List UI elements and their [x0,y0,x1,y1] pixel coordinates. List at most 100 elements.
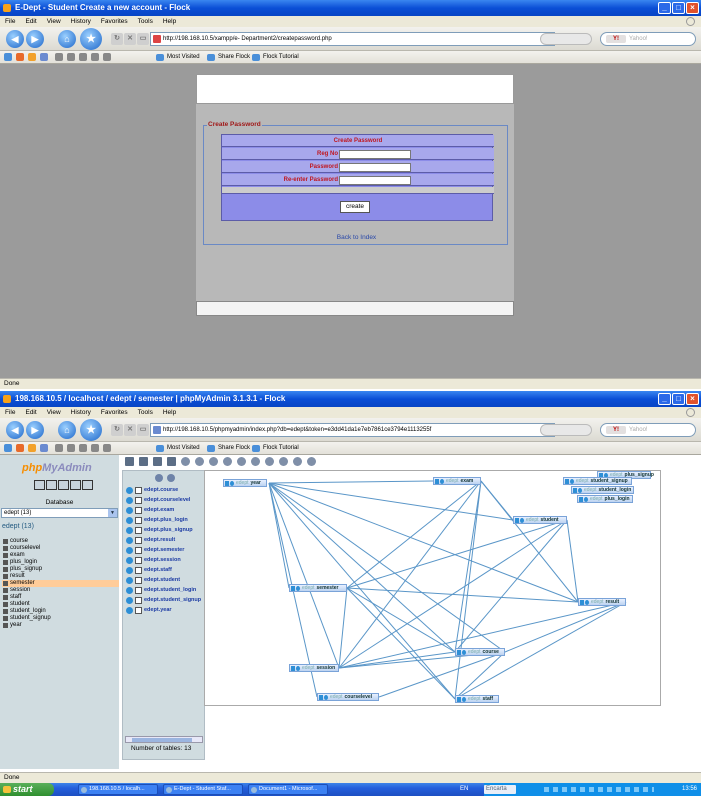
search-input[interactable]: Y! Yahoo! [600,32,696,46]
sql-icon[interactable] [46,480,57,490]
stop-icon[interactable]: ✕ [124,424,136,436]
table-icon[interactable] [3,581,8,586]
tool-icon[interactable] [91,53,99,61]
password-field[interactable] [339,163,411,172]
menu-file[interactable]: File [5,16,15,27]
toggle-icon[interactable] [457,650,461,655]
address-bar[interactable]: http://198.168.10.5/phpmyadmin/index.php… [150,423,555,437]
designer-table-course[interactable]: edept course [455,648,505,656]
toggle-arrow-icon[interactable] [126,527,133,534]
designer-table-exam[interactable]: edept exam [433,477,481,485]
show-table-checkbox[interactable] [135,587,142,594]
rss-icon[interactable] [28,53,36,61]
table-list-item[interactable]: exam [2,552,119,559]
page-icon[interactable]: ▭ [137,424,149,436]
table-icon[interactable] [3,560,8,565]
query-window-icon[interactable] [70,480,81,490]
taskbar-item-edept[interactable]: E-Dept - Student Staf... [163,784,243,795]
encarta-search[interactable]: Encarta [484,785,516,794]
show-table-checkbox[interactable] [135,577,142,584]
columns-icon[interactable] [462,650,466,655]
minimize-button[interactable]: _ [658,2,671,14]
menu-help[interactable]: Help [163,16,176,27]
toggle-arrow-icon[interactable] [126,577,133,584]
designer-table-session[interactable]: edept session [289,664,339,672]
menu-favorites[interactable]: Favorites [101,16,128,27]
close-button[interactable]: × [686,393,699,405]
scroll-thumb[interactable] [132,738,192,742]
columns-icon[interactable] [570,479,574,484]
tool-icon[interactable] [55,444,63,452]
maximize-button[interactable]: □ [672,393,685,405]
table-icon[interactable] [3,602,8,607]
designer-table-item[interactable]: edept.exam [125,506,201,516]
designer-table-item[interactable]: edept.student_login [125,586,201,596]
designer-table-item[interactable]: edept.year [125,606,201,616]
toggle-big-icon[interactable] [279,457,288,466]
table-list-item[interactable]: student [2,601,119,608]
forward-icon[interactable]: ▶ [26,30,44,48]
panel-scrollbar[interactable] [125,736,203,743]
columns-icon[interactable] [296,666,300,671]
pages-icon[interactable] [153,457,162,466]
designer-table-item[interactable]: edept.session [125,556,201,566]
phpmyadmin-logo[interactable]: phpMyAdmin [22,462,92,474]
toggle-arrow-icon[interactable] [126,567,133,574]
show-all-icon[interactable] [166,474,175,482]
menu-favorites[interactable]: Favorites [101,407,128,418]
designer-table-item[interactable]: edept.student_signup [125,596,201,606]
table-icon[interactable] [3,623,8,628]
back-to-index-link[interactable]: Back to Index [204,234,509,241]
designer-canvas[interactable]: edept year edept exam edept student edept semes… [204,470,661,706]
toggle-icon[interactable] [573,488,577,493]
reload-icon[interactable] [82,480,93,490]
designer-table-student-signup[interactable]: edept student_signup [563,477,632,485]
bookmark-share-flock[interactable]: Share Flock [207,51,250,64]
address-bar[interactable]: http://198.168.10.5/xampp/e- Department2… [150,32,555,46]
toggle-icon[interactable] [580,600,584,605]
regno-field[interactable] [339,150,411,159]
menu-help[interactable]: Help [163,407,176,418]
menu-edit[interactable]: Edit [25,16,36,27]
taskbar-item-phpmyadmin[interactable]: 198.168.10.5 / localh... [78,784,158,795]
mail-icon[interactable] [40,444,48,452]
move-menu-icon[interactable] [307,457,316,466]
angular-links-icon[interactable] [223,457,232,466]
language-indicator[interactable]: EN [460,783,468,796]
toggle-icon[interactable] [291,586,295,591]
bookmark-share-flock[interactable]: Share Flock [207,442,250,455]
designer-table-item[interactable]: edept.course [125,486,201,496]
designer-table-student[interactable]: edept student [513,516,567,524]
show-table-checkbox[interactable] [135,507,142,514]
photo-icon[interactable] [16,53,24,61]
back-icon[interactable] [125,457,134,466]
docs-icon[interactable] [58,480,69,490]
stop-icon[interactable]: ✕ [124,33,136,45]
columns-icon[interactable] [520,518,524,523]
search-input[interactable]: Y! Yahoo! [600,423,696,437]
toggle-arrow-icon[interactable] [126,517,133,524]
toggle-arrow-icon[interactable] [126,507,133,514]
show-table-checkbox[interactable] [135,557,142,564]
reenter-password-field[interactable] [339,176,411,185]
table-list-item[interactable]: student_login [2,608,119,615]
toggle-arrow-icon[interactable] [126,607,133,614]
columns-icon[interactable] [230,481,234,486]
chevron-down-icon[interactable]: ▼ [108,509,117,517]
menu-history[interactable]: History [71,407,91,418]
home-icon[interactable]: ⌂ [58,30,76,48]
save-icon[interactable] [139,457,148,466]
taskbar-item-document[interactable]: Document1 - Microsof... [248,784,328,795]
small-big-icon[interactable] [251,457,260,466]
home-icon[interactable]: ⌂ [58,421,76,439]
feed-buttons[interactable] [540,424,592,436]
columns-icon[interactable] [585,600,589,605]
menu-view[interactable]: View [47,16,61,27]
designer-table-item[interactable]: edept.staff [125,566,201,576]
table-icon[interactable] [3,574,8,579]
toggle-arrow-icon[interactable] [126,487,133,494]
back-icon[interactable]: ◀ [6,421,24,439]
forward-icon[interactable]: ▶ [26,421,44,439]
menu-tools[interactable]: Tools [138,16,153,27]
mail-icon[interactable] [40,53,48,61]
